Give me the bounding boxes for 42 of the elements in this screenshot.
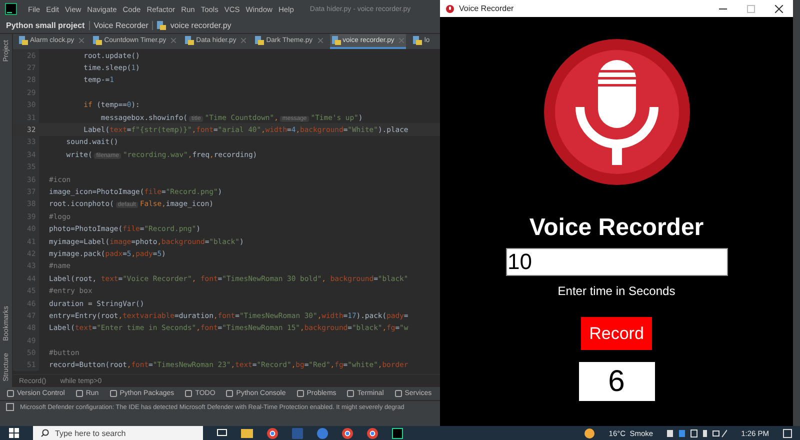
tool-window-icon [7,390,14,397]
tool-window-icon [185,390,192,397]
folder-icon[interactable] [241,428,253,438]
app-heading: Voice Recorder [529,213,704,243]
window-title: Voice Recorder [459,4,514,13]
notification-icon [6,403,14,411]
tool-window-icon [296,390,304,397]
seconds-label: Enter time in Seconds [558,283,676,299]
app-icon[interactable] [317,428,328,438]
notifications-icon[interactable] [783,428,792,438]
record-button[interactable]: Record [581,317,652,350]
python-file-icon [332,36,341,45]
windows-start-icon[interactable] [9,428,19,438]
search-icon [41,429,49,437]
countdown-display: 6 [578,362,654,401]
python-file-icon [157,21,166,30]
browser-icon[interactable] [267,428,278,438]
task-view-icon[interactable] [217,428,227,438]
browser-icon[interactable] [367,428,378,438]
ide-logo-icon [5,3,17,15]
tool-window-icon [110,390,117,397]
microphone-logo-icon [542,37,692,187]
breadcrumb-item[interactable]: Voice Recorder [94,21,148,30]
python-file-icon [185,36,194,45]
tray-icons-drawing[interactable] [667,428,728,438]
python-file-icon [93,36,102,45]
python-file-icon [19,36,28,45]
tool-window-icon [76,390,83,397]
tool-window-icon [226,390,234,397]
seconds-input-field[interactable]: 10 [506,248,728,276]
breadcrumb-item[interactable]: Python small project [6,21,85,30]
close-icon[interactable] [775,4,783,12]
tool-window-icon [347,390,354,397]
microphone-icon [446,4,454,12]
weather-sun-icon[interactable] [584,428,595,438]
ide-app-icon[interactable] [392,428,403,438]
python-file-icon [413,36,422,45]
breadcrumb-item[interactable]: voice recorder.py [170,21,232,30]
taskbar-search-field[interactable]: Type here to search [33,426,203,440]
tool-window-icon [394,390,402,397]
browser-icon[interactable] [342,428,353,438]
python-file-icon [255,36,264,45]
